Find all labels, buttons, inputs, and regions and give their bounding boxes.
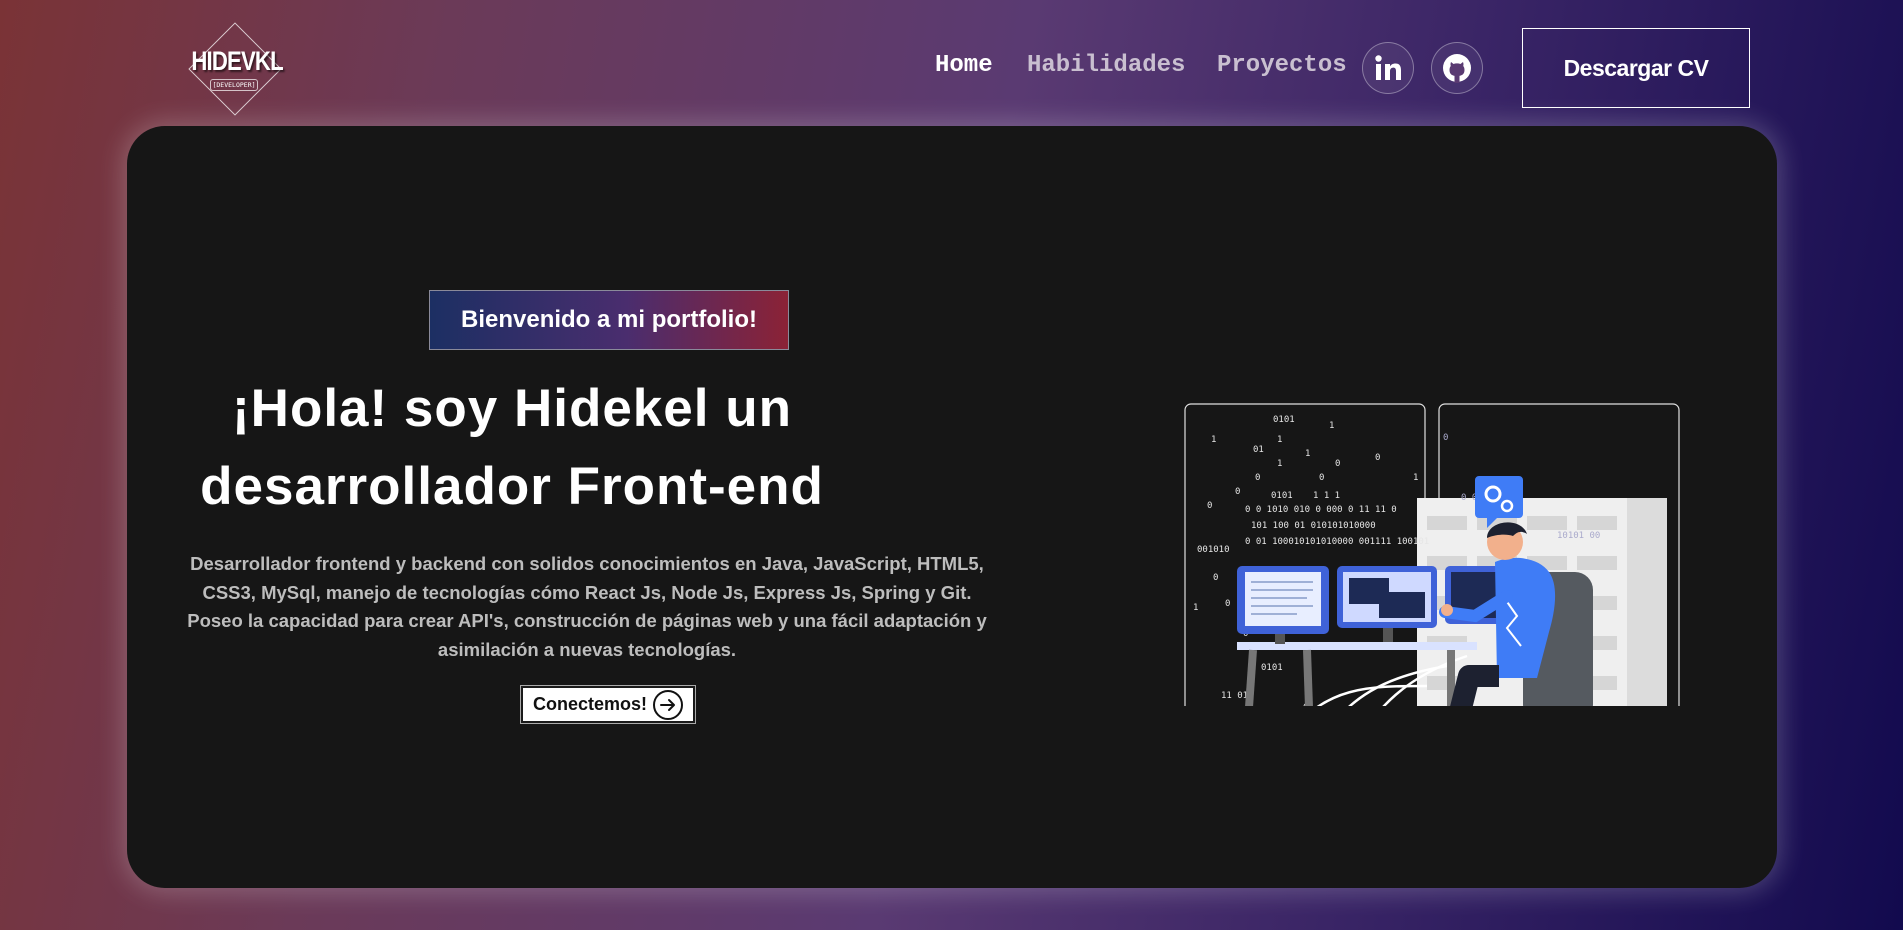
hero-description: Desarrollador frontend y backend con sol… [137,550,1037,664]
nav-link-habilidades[interactable]: Habilidades [1027,52,1185,79]
svg-text:0: 0 [1335,459,1340,469]
hero-title-line-1: ¡Hola! soy Hidekel un [232,379,792,438]
svg-text:0101: 0101 [1273,415,1295,425]
connect-button[interactable]: Conectemos! [520,685,696,724]
svg-text:101 100 01 010101010000: 101 100 01 010101010000 [1251,521,1376,531]
svg-text:0: 0 [1443,433,1448,443]
svg-text:0: 0 [1375,453,1380,463]
svg-text:1: 1 [1413,473,1418,483]
svg-text:0: 0 [1225,599,1230,609]
svg-text:0: 0 [1255,473,1260,483]
hero-card: Bienvenido a mi portfolio! ¡Hola! soy Hi… [127,126,1777,888]
logo-text: HIDEVKL [191,46,283,76]
svg-text:0101: 0101 [1271,491,1293,501]
nav-link-proyectos[interactable]: Proyectos [1217,52,1347,79]
hero-description-line-1: Desarrollador frontend y backend con sol… [190,553,984,574]
svg-text:01: 01 [1253,445,1264,455]
svg-text:0: 0 [1207,501,1212,511]
navbar: HIDEVKL [DEVELOPER] Home Habilidades Pro… [0,0,1903,124]
svg-text:1: 1 [1211,435,1216,445]
svg-text:0 0 1010 010 0 000 0 11 11 0: 0 0 1010 010 0 000 0 11 11 0 [1245,505,1397,515]
hero-title-line-2: desarrollador Front-end [200,457,824,516]
linkedin-button[interactable] [1362,42,1414,94]
svg-text:1: 1 [1277,435,1282,445]
svg-text:1: 1 [1193,603,1198,613]
svg-text:1: 1 [1329,421,1334,431]
svg-text:1 1 1: 1 1 1 [1313,491,1340,501]
hero-description-line-3: Poseo la capacidad para crear API's, con… [187,610,987,631]
svg-text:001010: 001010 [1197,545,1230,555]
github-button[interactable] [1431,42,1483,94]
linkedin-icon [1375,55,1401,80]
hero-title: ¡Hola! soy Hidekel un desarrollador Fron… [197,370,827,526]
svg-text:0 0: 0 0 [1461,493,1477,503]
connect-button-label: Conectemos! [532,694,648,714]
logo-subtitle: [DEVELOPER] [210,79,258,91]
svg-text:0: 0 [1319,473,1324,483]
svg-text:0 01 100010101010000 001111 10: 0 01 100010101010000 001111 100101 [1245,537,1429,547]
svg-text:1: 1 [1305,449,1310,459]
svg-text:11 01: 11 01 [1221,691,1248,701]
github-icon [1443,54,1471,83]
svg-text:1: 1 [1277,459,1282,469]
download-cv-button[interactable]: Descargar CV [1522,28,1750,108]
logo[interactable]: HIDEVKL [DEVELOPER] [182,16,286,120]
welcome-tagline: Bienvenido a mi portfolio! [429,290,789,350]
developer-at-desk-illustration: 01011 11 01 1 0 011 0 00 0101 1 1 1 00 0 101… [1184,403,1680,706]
svg-text:0101: 0101 [1261,663,1283,673]
svg-text:0: 0 [1213,573,1218,583]
arrow-right-icon [653,689,684,720]
hero-description-line-2: CSS3, MySql, manejo de tecnologías cómo … [202,581,972,603]
nav-link-home[interactable]: Home [935,52,993,79]
hero-description-line-4: asimilación a nuevas tecnologías. [437,638,737,660]
svg-text:0: 0 [1235,487,1240,497]
svg-text:10101 00: 10101 00 [1557,531,1600,541]
